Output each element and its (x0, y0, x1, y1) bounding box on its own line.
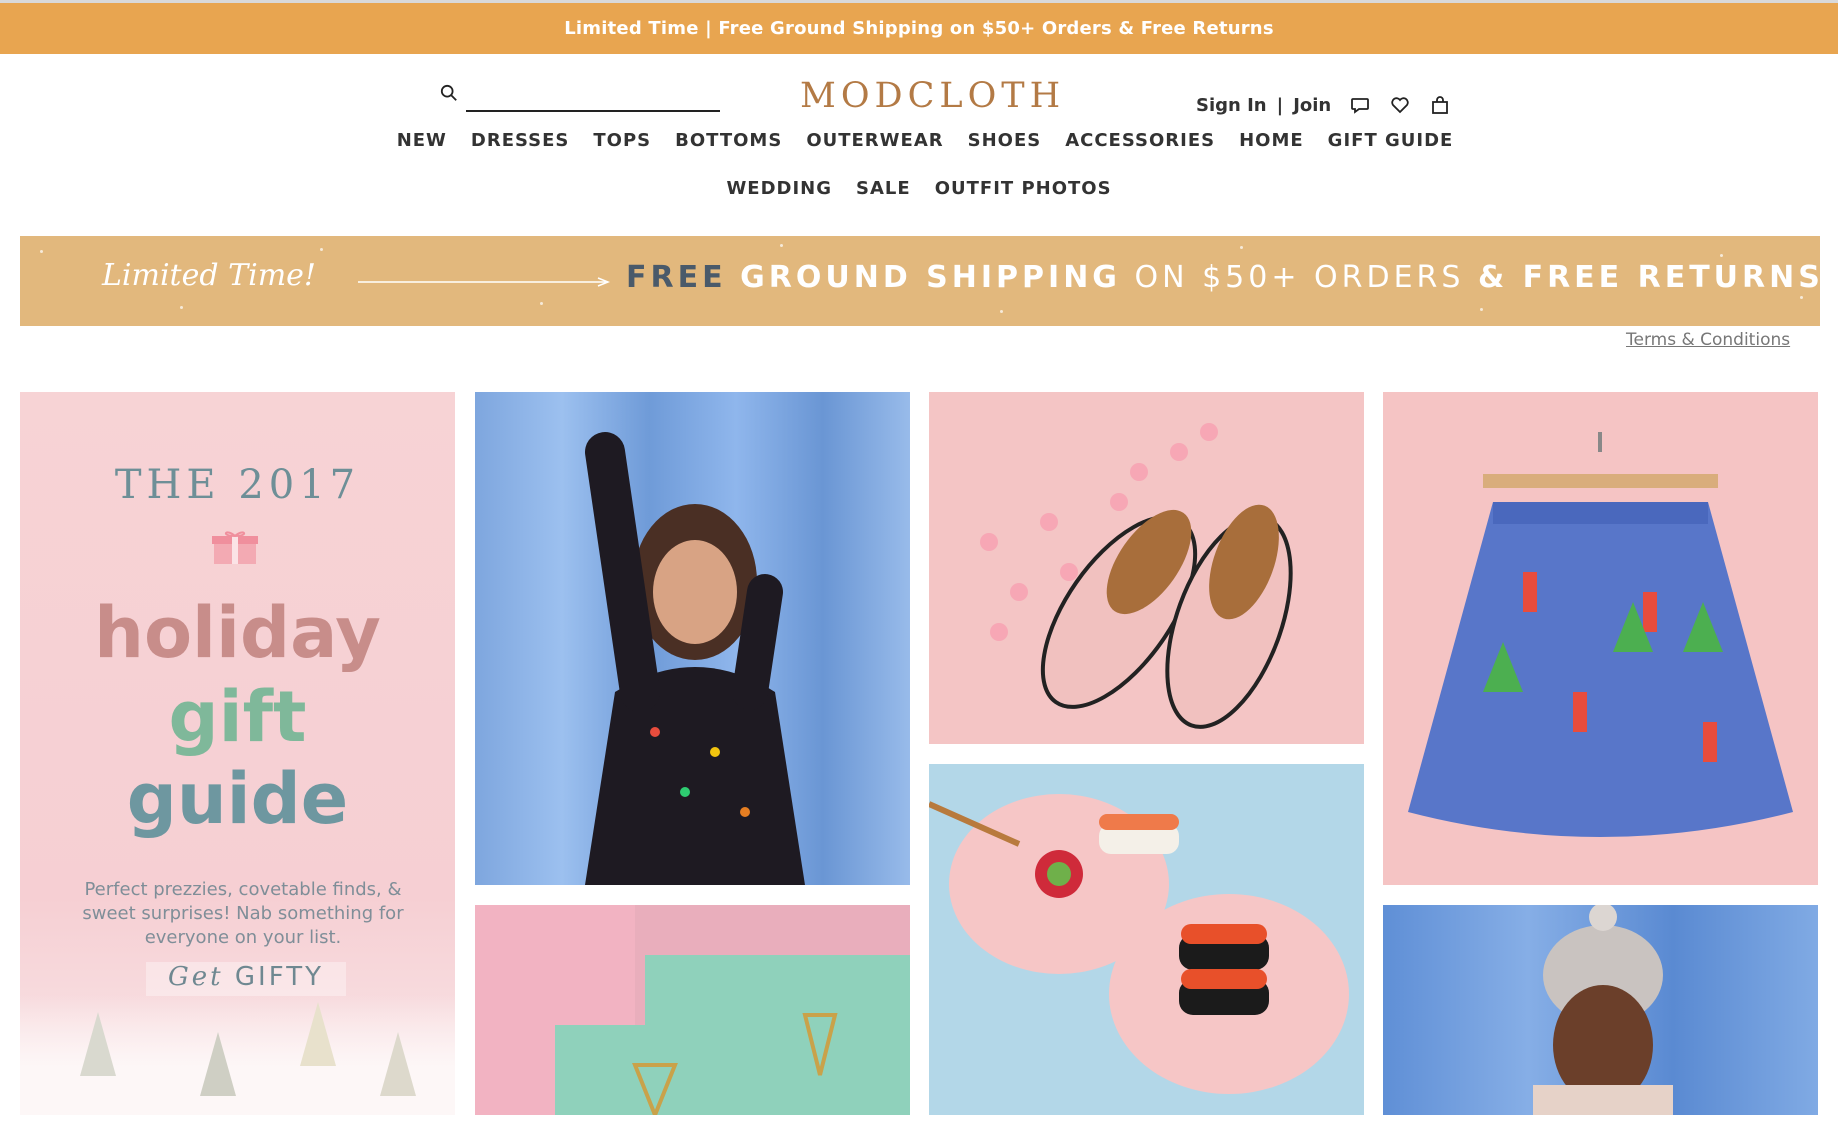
cta-italic: Get (168, 962, 224, 992)
gift-guide-tile[interactable]: THE 2017 holiday gift guide Perfect prez… (20, 392, 455, 1115)
search-input[interactable] (466, 82, 720, 112)
heart-icon[interactable] (1389, 94, 1411, 116)
gift-guide-cta[interactable]: Get GIFTY (146, 962, 346, 996)
promo-free: FREE (626, 260, 727, 295)
bag-icon[interactable] (1429, 94, 1451, 116)
nav-home[interactable]: HOME (1239, 124, 1304, 158)
sign-in-link[interactable]: Sign In (1196, 95, 1267, 116)
gift-guide-word1: holiday (94, 592, 381, 674)
nav-accessories[interactable]: ACCESSORIES (1065, 124, 1215, 158)
tree-decoration (380, 1032, 416, 1096)
secondary-nav: WEDDING SALE OUTFIT PHOTOS (0, 172, 1838, 206)
gift-icon (212, 531, 258, 564)
shoes-illustration (980, 423, 1293, 729)
product-image-shoes[interactable] (929, 392, 1364, 744)
nav-shoes[interactable]: SHOES (968, 124, 1042, 158)
tree-decoration (300, 1002, 336, 1066)
gift-guide-year: THE 2017 (114, 462, 361, 508)
promo-banner[interactable]: Limited Time! FREE GROUND SHIPPING ON $5… (20, 236, 1820, 326)
nav-tops[interactable]: TOPS (593, 124, 651, 158)
announcement-bar[interactable]: Limited Time | Free Ground Shipping on $… (0, 0, 1838, 54)
promo-threshold: ON $50+ ORDERS (1134, 260, 1465, 295)
model-illustration (585, 432, 805, 885)
promo-limited-time: Limited Time! (102, 258, 316, 293)
product-image-jewelry[interactable] (475, 905, 910, 1115)
gift-guide-description: Perfect prezzies, covetable finds, & swe… (82, 879, 404, 948)
cta-rest: GIFTY (234, 962, 324, 992)
nav-outfit-photos[interactable]: OUTFIT PHOTOS (935, 172, 1112, 206)
nav-outerwear[interactable]: OUTERWEAR (806, 124, 943, 158)
nav-dresses[interactable]: DRESSES (471, 124, 569, 158)
promo-free-returns: & FREE RETURNS (1477, 260, 1820, 295)
terms-link[interactable]: Terms & Conditions (1626, 330, 1790, 350)
site-logo[interactable]: MODCLOTH (800, 76, 1060, 118)
sushi-illustration (929, 794, 1349, 1094)
beanie-illustration (1533, 905, 1673, 1115)
arrow-icon (358, 277, 611, 287)
tree-decoration (200, 1032, 236, 1096)
account-area: Sign In | Join (1196, 90, 1451, 120)
jewelry-illustration (475, 905, 910, 1115)
nav-wedding[interactable]: WEDDING (726, 172, 832, 206)
nav-sale[interactable]: SALE (856, 172, 911, 206)
gift-guide-word2: gift (168, 676, 307, 758)
search-box[interactable] (440, 82, 720, 112)
promo-message: FREE GROUND SHIPPING ON $50+ ORDERS & FR… (626, 260, 1820, 295)
site-header: MODCLOTH Sign In | Join NEW DRESSES TOPS… (0, 54, 1838, 234)
nav-new[interactable]: NEW (397, 124, 447, 158)
primary-nav: NEW DRESSES TOPS BOTTOMS OUTERWEAR SHOES… (0, 124, 1838, 158)
nav-bottoms[interactable]: BOTTOMS (675, 124, 782, 158)
product-image-sushi[interactable] (929, 764, 1364, 1115)
product-image-sweater[interactable] (475, 392, 910, 885)
nav-gift-guide[interactable]: GIFT GUIDE (1328, 124, 1454, 158)
skirt-illustration (1408, 432, 1793, 837)
chat-icon[interactable] (1349, 94, 1371, 116)
account-separator: | (1276, 94, 1284, 116)
product-image-skirt[interactable] (1383, 392, 1818, 885)
gift-guide-word3: guide (126, 758, 349, 840)
tree-decoration (80, 1012, 116, 1076)
join-link[interactable]: Join (1293, 95, 1331, 116)
promo-ground-shipping: GROUND SHIPPING (740, 260, 1121, 295)
product-image-beanie[interactable] (1383, 905, 1818, 1115)
search-icon[interactable] (440, 84, 458, 102)
announcement-text: Limited Time | Free Ground Shipping on $… (564, 18, 1274, 39)
